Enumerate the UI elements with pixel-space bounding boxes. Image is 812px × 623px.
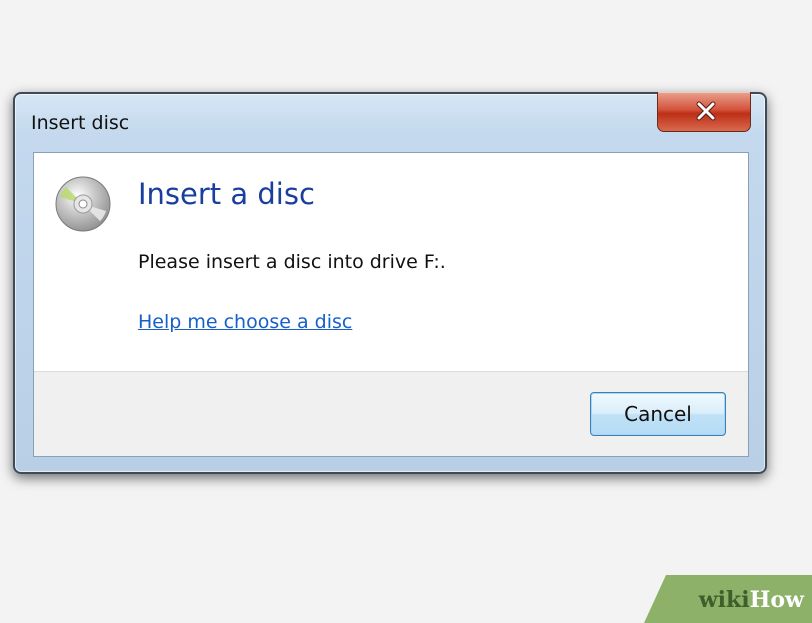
insert-disc-dialog: Insert disc Insert a disc Please insert …: [13, 92, 767, 474]
cancel-button[interactable]: Cancel: [590, 392, 726, 436]
main-instruction: Insert a disc: [138, 177, 315, 211]
content-area: Insert a disc Please insert a disc into …: [34, 153, 748, 373]
close-button[interactable]: [657, 92, 751, 132]
window-title: Insert disc: [31, 112, 130, 134]
close-icon: [696, 101, 716, 121]
disc-icon: [55, 176, 111, 232]
wikihow-watermark: wikiHow: [644, 575, 812, 623]
wikihow-logo: wikiHow: [698, 587, 804, 613]
dialog-body: Insert a disc Please insert a disc into …: [33, 152, 749, 457]
title-bar[interactable]: Insert disc: [15, 92, 765, 152]
help-choose-disc-link[interactable]: Help me choose a disc: [138, 311, 352, 333]
dialog-message: Please insert a disc into drive F:.: [138, 251, 446, 273]
button-area: Cancel: [34, 371, 748, 456]
